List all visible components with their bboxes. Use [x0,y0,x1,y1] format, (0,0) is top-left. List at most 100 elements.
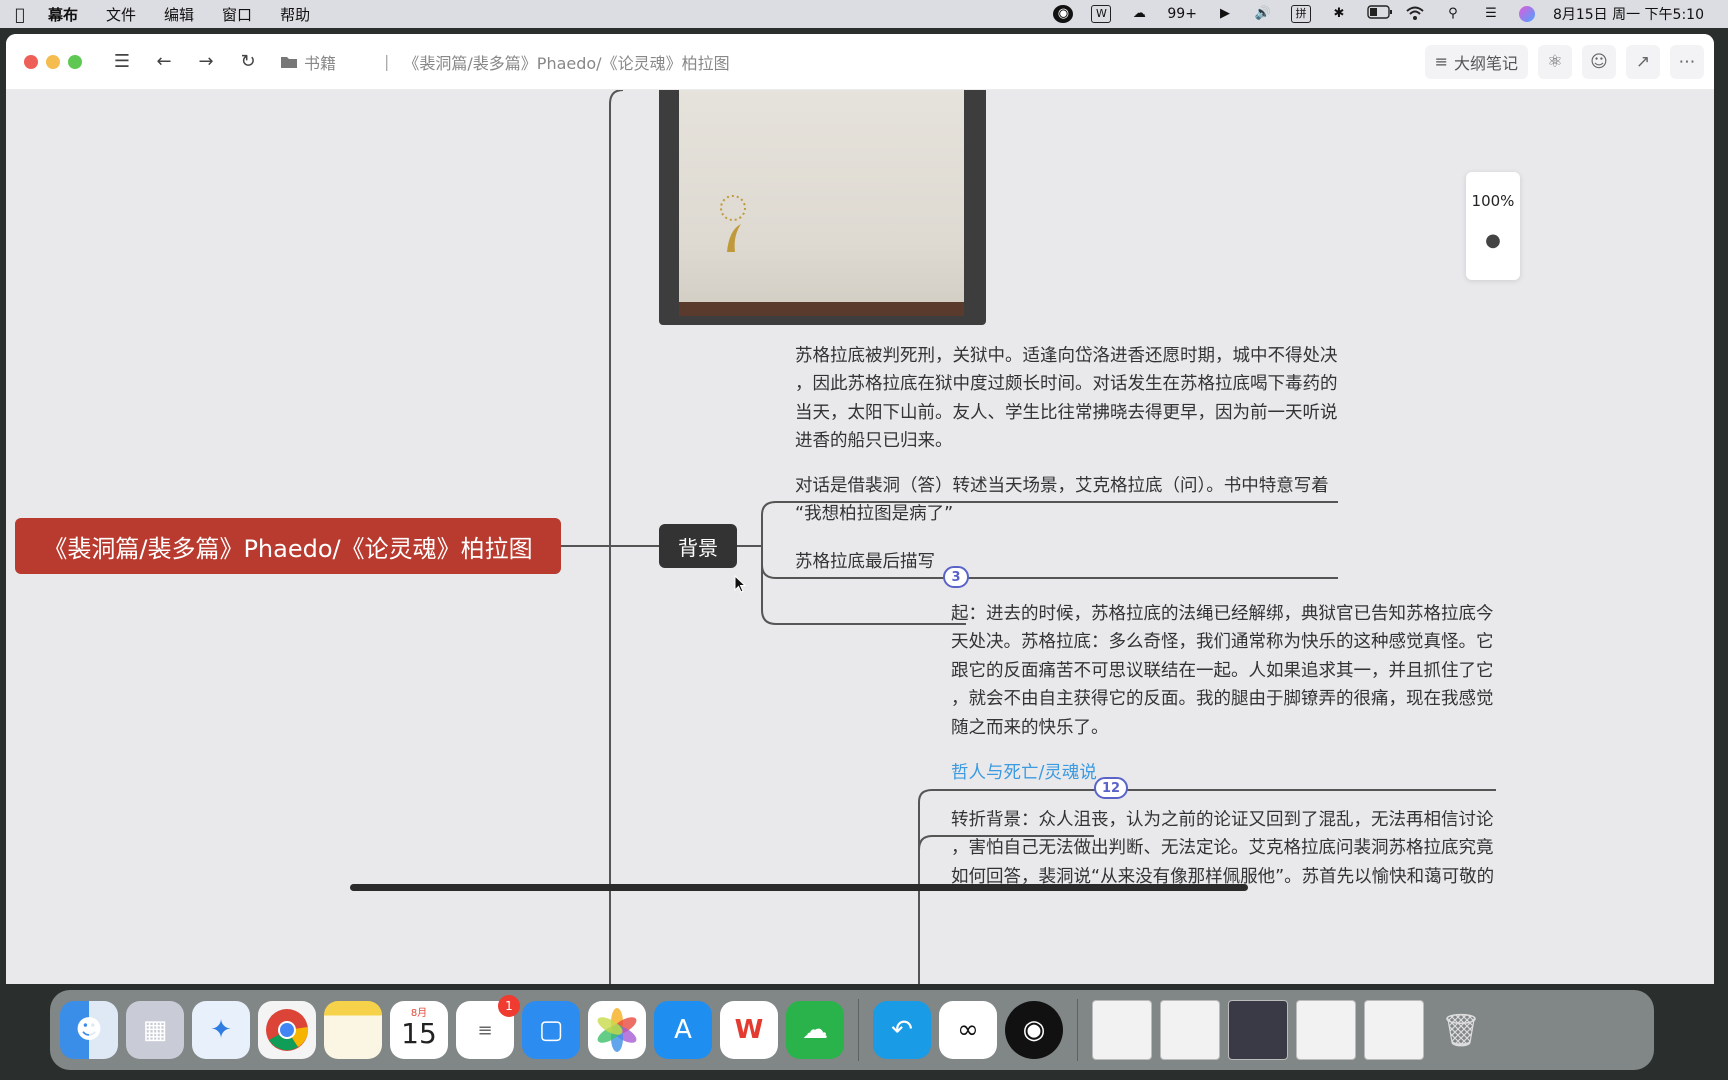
horizontal-scrollbar[interactable] [350,884,1248,891]
text-line: “我想柏拉图是病了” [795,504,954,525]
dock: ☻ ▦ ✦ 8月 15 ≡ 1 ▢ A W ☁ ↶ ∞ ◉ 🗑 [50,990,1654,1070]
text-line: 当天，太阳下山前。友人、学生比往常拂晓去得更早，因为前一天听说 [795,402,1338,423]
obs-studio-icon[interactable]: ◉ [1005,1001,1063,1059]
folder-icon [281,56,297,68]
share-icon[interactable]: ↗ [1626,44,1660,79]
turning-text-node[interactable]: 转折背景：众人沮丧，认为之前的论证又回到了混乱，无法再相信讨论 ，害怕自己无法做… [951,806,1494,891]
menu-window[interactable]: 窗口 [208,4,266,25]
menu-app-name[interactable]: 幕布 [40,4,92,25]
refresh-icon[interactable]: ↻ [234,48,262,76]
book-emblem-icon [720,195,746,252]
notification-count: 99+ [1167,6,1197,22]
recent-window-thumbnail[interactable] [1228,1000,1288,1060]
beginning-text-node[interactable]: 起：进去的时候，苏格拉底的法绳已经解绑，典狱官已告知苏格拉底今 天处决。苏格拉底… [951,600,1494,742]
last-scene-node[interactable]: 苏格拉底最后描写 [795,548,935,573]
collaborate-icon[interactable]: ☺ [1582,44,1616,79]
mubu-icon[interactable]: ↶ [873,1001,931,1059]
mindmap-canvas[interactable]: 《裴洞篇/裴多篇》Phaedo/《论灵魂》柏拉图 背景 苏格拉底被判死刑，关狱中… [6,90,1714,984]
breadcrumb-folder[interactable]: 书籍 [280,50,336,74]
title-bar: ☰ ← → ↻ 书籍 | 《裴洞篇/裴多篇》Phaedo/《论灵魂》柏拉图 ≡ … [6,34,1714,90]
connect-app-icon[interactable]: ∞ [939,1001,997,1059]
safari-icon[interactable]: ✦ [192,1001,250,1059]
text-line: ，害怕自己无法做出判断、无法定论。艾克格拉底问裴洞苏格拉底究竟 [951,838,1494,859]
text-line: 转折背景：众人沮丧，认为之前的论证又回到了混乱，无法再相信讨论 [951,810,1494,830]
dialogue-text-node[interactable]: 对话是借裴洞（答）转述当天场景，艾克格拉底（问）。书中特意写着 “我想柏拉图是病… [795,472,1329,529]
list-icon: ≡ [1434,52,1448,71]
recent-window-thumbnail[interactable] [1160,1000,1220,1060]
topic-node-background[interactable]: 背景 [659,524,737,568]
back-arrow-icon[interactable]: ← [150,48,178,76]
control-center-icon[interactable]: ☰ [1481,5,1501,23]
text-line: 起：进去的时候，苏格拉底的法绳已经解绑，典狱官已告知苏格拉底今 [951,604,1494,624]
input-method-icon[interactable]: 拼 [1290,5,1311,23]
breadcrumb-document-title[interactable]: 《裴洞篇/裴多篇》Phaedo/《论灵魂》柏拉图 [403,50,729,74]
calendar-day: 15 [401,1017,437,1050]
text-line: 进香的船只已归来。 [795,431,953,452]
wechat-tray-icon[interactable]: ☁ [1129,5,1149,23]
menu-edit[interactable]: 编辑 [150,4,208,25]
wps-office-icon[interactable]: W [720,1001,778,1059]
text-line: ，因此苏格拉底在狱中度过颇长时间。对话发生在苏格拉底喝下毒药的 [795,374,1338,395]
chrome-icon[interactable] [258,1001,316,1059]
toolbar-right: ≡ 大纲笔记 ⚛ ☺ ↗ ⋯ [1424,44,1714,79]
wifi-icon[interactable] [1405,5,1425,23]
obs-tray-icon[interactable]: ◉ [1053,5,1074,23]
background-text-node[interactable]: 苏格拉底被判死刑，关狱中。适逢向岱洛进香还愿时期，城中不得处决 ，因此苏格拉底在… [795,342,1338,456]
app-store-icon[interactable]: A [654,1001,712,1059]
forward-arrow-icon[interactable]: → [192,48,220,76]
sidebar-menu-icon[interactable]: ☰ [108,48,136,76]
finder-icon[interactable]: ☻ [60,1001,118,1059]
breadcrumb-folder-label: 书籍 [304,53,337,73]
more-options-icon[interactable]: ⋯ [1670,44,1704,79]
bluetooth-icon[interactable]: ✱ [1329,5,1349,23]
text-line: 苏格拉底被判死刑，关狱中。适逢向岱洛进香还愿时期，城中不得处决 [795,346,1338,366]
wps-tray-icon[interactable]: W [1091,5,1112,23]
root-node[interactable]: 《裴洞篇/裴多篇》Phaedo/《论灵魂》柏拉图 [15,518,561,574]
last-scene-child-count-badge[interactable]: 3 [943,566,969,588]
mindmap-view-icon[interactable]: ⚛ [1538,44,1572,79]
menu-bar:  幕布 文件 编辑 窗口 帮助 ◉ W ☁ 99+ ▶ 🔊 拼 ✱ ⚲ ☰ 8… [0,0,1728,28]
outline-notes-button[interactable]: ≡ 大纲笔记 [1424,44,1528,79]
siri-icon[interactable] [1518,6,1535,22]
text-line: 对话是借裴洞（答）转述当天场景，艾克格拉底（问）。书中特意写着 [795,476,1329,496]
dock-separator [858,999,859,1061]
recent-document-thumbnail[interactable] [1092,1000,1152,1060]
menu-help[interactable]: 帮助 [266,4,324,25]
keynote-icon[interactable]: ▢ [522,1001,580,1059]
launchpad-icon[interactable]: ▦ [126,1001,184,1059]
text-line: ，就会不由自主获得它的反面。我的腿由于脚镣弄的很痛，现在我感觉 [951,689,1494,710]
wechat-icon[interactable]: ☁ [786,1001,844,1059]
theme-palette-icon[interactable]: ● [1485,230,1501,251]
zoom-level[interactable]: 100% [1472,192,1515,210]
calendar-icon[interactable]: 8月 15 [390,1001,448,1059]
menu-file[interactable]: 文件 [92,4,150,25]
text-line: 随之而来的快乐了。 [951,717,1109,738]
fullscreen-window-button[interactable] [68,54,82,69]
book-cover-image[interactable] [659,90,986,325]
philosopher-child-count-badge[interactable]: 12 [1094,777,1128,799]
book-paper [679,90,964,310]
play-icon[interactable]: ▶ [1215,5,1235,23]
trash-icon[interactable]: 🗑 [1432,1001,1490,1059]
status-tray: ◉ W ☁ 99+ ▶ 🔊 拼 ✱ ⚲ ☰ 8月15日 周一 下午5:10 [1053,4,1728,24]
apple-menu-icon[interactable]:  [0,5,40,24]
clock-datetime[interactable]: 8月15日 周一 下午5:10 [1553,4,1704,24]
reminders-badge: 1 [498,995,520,1017]
text-line: 跟它的反面痛苦不可思议联结在一起。人如果追求其一，并且抓住了它 [951,660,1494,681]
recent-window-thumbnail[interactable] [1364,1000,1424,1060]
book-table-edge [679,302,964,316]
recent-window-thumbnail[interactable] [1296,1000,1356,1060]
text-line: 天处决。苏格拉底：多么奇怪，我们通常称为快乐的这种感觉真怪。它 [951,632,1494,653]
close-window-button[interactable] [24,54,38,69]
app-window: ☰ ← → ↻ 书籍 | 《裴洞篇/裴多篇》Phaedo/《论灵魂》柏拉图 ≡ … [6,34,1714,984]
philosopher-link-node[interactable]: 哲人与死亡/灵魂说 [951,759,1097,784]
outline-notes-label: 大纲笔记 [1453,53,1518,73]
volume-icon[interactable]: 🔊 [1253,5,1273,23]
notes-icon[interactable] [324,1001,382,1059]
dock-separator [1077,999,1078,1061]
spotlight-search-icon[interactable]: ⚲ [1443,5,1463,23]
battery-icon[interactable] [1367,5,1392,23]
reminders-icon[interactable]: ≡ 1 [456,995,520,1059]
photos-icon[interactable] [588,1001,646,1059]
minimize-window-button[interactable] [46,54,60,69]
